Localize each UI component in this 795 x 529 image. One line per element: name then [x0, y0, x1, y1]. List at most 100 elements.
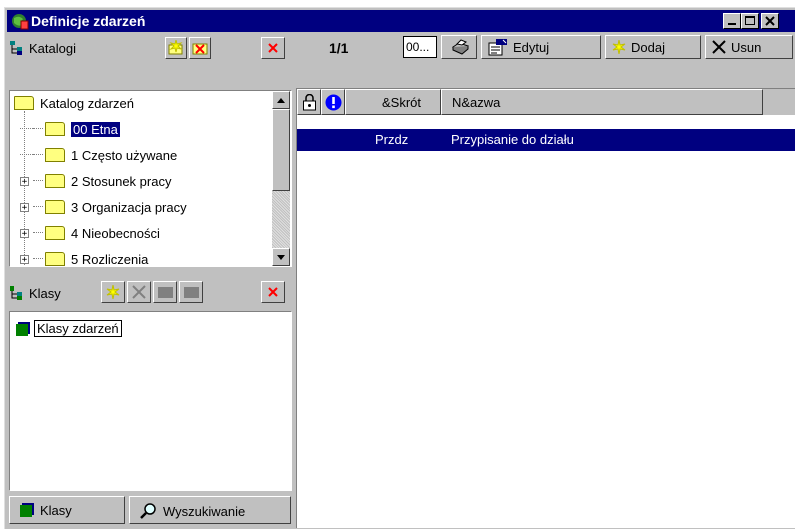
- arrow-down-icon: [277, 255, 285, 260]
- tree-connector: [33, 180, 43, 182]
- tree-connector: [33, 128, 43, 130]
- new-catalog-button[interactable]: [165, 37, 187, 59]
- class-tree-item[interactable]: Klasy zdarzeń: [16, 320, 122, 337]
- lock-column-header[interactable]: [297, 89, 321, 115]
- catalog-tree-item[interactable]: 1 Często używane: [20, 145, 177, 165]
- class-tree-label: Klasy zdarzeń: [34, 320, 122, 337]
- scroll-up-button[interactable]: [272, 91, 290, 109]
- close-klasy-button[interactable]: [261, 281, 285, 303]
- katalogi-tree[interactable]: Katalog zdarzeń 00 Etna 1 Często używane +2…: [9, 90, 292, 267]
- klasy-toolbar: Klasy: [9, 281, 291, 307]
- main-window: Definicje zdarzeń Katalogi Katalog zdarz…: [4, 7, 795, 529]
- column-header-skrot[interactable]: &Skrót: [345, 89, 441, 115]
- edit-props-icon: [488, 39, 507, 56]
- lock-icon: [303, 94, 316, 111]
- klasy-header: Klasy: [9, 285, 61, 301]
- minimize-icon: [728, 23, 736, 25]
- class-green-icon: [16, 323, 28, 336]
- delete-button[interactable]: Usun: [705, 35, 793, 59]
- tree-icon: [10, 41, 22, 55]
- print-button[interactable]: [441, 35, 477, 59]
- wyszukiwanie-tab-inner: Wyszukiwanie: [140, 502, 245, 520]
- delete-catalog-button[interactable]: [189, 37, 211, 59]
- catalog-tree-label: 2 Stosunek pracy: [71, 173, 172, 189]
- katalogi-label: Katalogi: [29, 40, 76, 56]
- catalog-tree-label: 4 Nieobecności: [71, 225, 160, 241]
- expand-icon[interactable]: +: [20, 228, 29, 238]
- add-button-label: Dodaj: [631, 39, 665, 55]
- klasy-tab-label: Klasy: [40, 503, 72, 518]
- tree-connector: [33, 154, 43, 156]
- magnifier-icon: [140, 503, 156, 519]
- catalog-tree-item[interactable]: +3 Organizacja pracy: [20, 197, 187, 217]
- expand-icon[interactable]: +: [20, 176, 29, 186]
- tree-connector: [20, 128, 33, 130]
- scroll-down-button[interactable]: [272, 248, 290, 266]
- alert-icon: [325, 94, 342, 111]
- edit-button-label: Edytuj: [513, 39, 550, 55]
- page-input[interactable]: 00...: [403, 36, 437, 58]
- wyszukiwanie-tab-label: Wyszukiwanie: [163, 503, 246, 519]
- expand-icon[interactable]: +: [20, 254, 29, 264]
- new-class-button[interactable]: [101, 281, 125, 303]
- new-star-icon: [106, 285, 120, 299]
- table-row[interactable]: Przdz Przypisanie do działu: [297, 129, 795, 151]
- row-skrot: Przdz: [375, 132, 409, 147]
- catalog-tree-label: 3 Organizacja pracy: [71, 199, 187, 215]
- catalog-tree-label: Katalog zdarzeń: [40, 95, 134, 111]
- window-title: Definicje zdarzeń: [31, 13, 146, 29]
- maximize-button[interactable]: [741, 13, 759, 29]
- tree-connector: [20, 154, 33, 156]
- class-folder-button[interactable]: [153, 281, 177, 303]
- open-folder-icon: [45, 122, 65, 136]
- printer-icon: [451, 39, 470, 55]
- close-panel-button[interactable]: [261, 37, 285, 59]
- folder-icon: [14, 96, 34, 110]
- gray-folder-icon: [184, 287, 199, 298]
- delete-folder-icon: [192, 43, 208, 55]
- class-folder2-button[interactable]: [179, 281, 203, 303]
- class-green-icon: [20, 504, 32, 517]
- wyszukiwanie-tab[interactable]: Wyszukiwanie: [129, 496, 291, 524]
- catalog-tree-item[interactable]: Katalog zdarzeń: [14, 93, 134, 113]
- expand-icon[interactable]: +: [20, 202, 29, 212]
- folder-icon: [45, 174, 65, 188]
- tree-connector: [33, 258, 43, 260]
- tree-connector: [33, 232, 43, 234]
- catalog-tree-item[interactable]: +5 Rozliczenia: [20, 249, 148, 266]
- cut-class-button[interactable]: [127, 281, 151, 303]
- catalog-tree-item[interactable]: 00 Etna: [20, 119, 121, 139]
- minimize-button[interactable]: [723, 13, 741, 29]
- catalog-tree-label: 1 Często używane: [71, 147, 178, 163]
- folder-icon: [45, 148, 65, 162]
- scroll-thumb[interactable]: [272, 109, 290, 191]
- maximize-icon: [745, 16, 755, 25]
- catalog-tree-item[interactable]: +2 Stosunek pracy: [20, 171, 171, 191]
- new-folder-icon: [168, 40, 183, 55]
- row-nazwa: Przypisanie do działu: [451, 132, 574, 147]
- add-button[interactable]: Dodaj: [605, 35, 701, 59]
- gray-folder-icon: [158, 287, 173, 298]
- klasy-tree[interactable]: Klasy zdarzeń: [9, 311, 292, 491]
- catalog-tree-label: 00 Etna: [70, 120, 121, 138]
- column-header-skrot-label: &Skrót: [382, 95, 422, 110]
- page-counter: 1/1: [329, 40, 349, 56]
- events-table[interactable]: &Skrót N&azwa Przdz Przypisanie do dział…: [296, 88, 795, 528]
- catalog-tree-item[interactable]: +4 Nieobecności: [20, 223, 160, 243]
- delete-x-icon: [712, 40, 726, 54]
- priority-column-header[interactable]: [321, 89, 345, 115]
- katalogi-header: Katalogi: [9, 40, 76, 56]
- folder-icon: [45, 200, 65, 214]
- klasy-tab-inner: Klasy: [20, 503, 72, 518]
- edit-button[interactable]: Edytuj: [481, 35, 601, 59]
- title-bar[interactable]: Definicje zdarzeń: [7, 10, 795, 32]
- close-red-icon: [268, 43, 278, 53]
- close-button[interactable]: [761, 13, 779, 29]
- column-header-nazwa-label: N&azwa: [452, 95, 501, 110]
- column-header-nazwa[interactable]: N&azwa: [441, 89, 763, 115]
- cut-icon: [132, 285, 146, 299]
- klasy-tab[interactable]: Klasy: [9, 496, 125, 524]
- star-icon: [612, 40, 626, 54]
- katalogi-toolbar: Katalogi: [9, 37, 291, 63]
- katalogi-scrollbar[interactable]: [272, 91, 290, 266]
